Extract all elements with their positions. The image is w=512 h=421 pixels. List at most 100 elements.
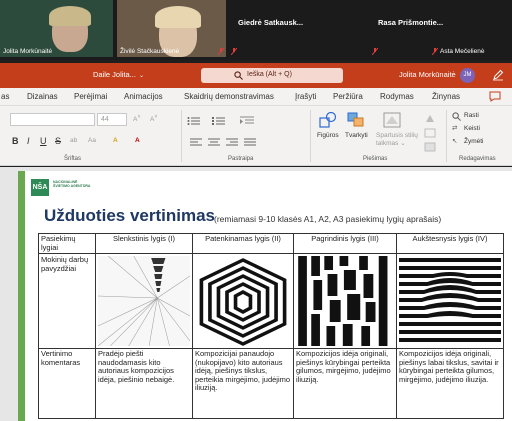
ribbon-divider xyxy=(446,110,447,162)
strikethrough-button[interactable]: S xyxy=(55,136,61,146)
tab-transitions[interactable]: Perėjimai xyxy=(74,92,107,101)
student-work-image-1 xyxy=(95,253,193,349)
slide[interactable]: NŠA NACIONALINĖ ŠVIETIMO AGENTŪRA Užduot… xyxy=(18,171,512,421)
table-row: Vertinimo komentaras Pradėjo piešti naud… xyxy=(38,348,504,419)
font-name-dropdown[interactable] xyxy=(10,113,95,126)
numbering-icon[interactable] xyxy=(212,116,226,126)
user-name[interactable]: Jolita Morkūnaitė xyxy=(399,70,456,79)
student-work-image-4 xyxy=(396,253,504,349)
chevron-down-icon: ⌄ xyxy=(138,73,144,79)
assessment-table[interactable]: Pasiekimų lygiai Slenkstinis lygis (I) P… xyxy=(38,233,504,419)
student-work-image-3 xyxy=(293,253,397,349)
select-button[interactable]: Žymėti xyxy=(464,138,484,145)
participant-name-5: Asta Mečelienė xyxy=(440,48,485,55)
table-header-cell: Pasiekimų lygiai xyxy=(38,233,96,254)
quick-styles-icon[interactable] xyxy=(383,112,401,128)
replace-icon: ⇄ xyxy=(452,125,458,132)
group-font: Šriftas xyxy=(64,156,82,162)
table-cell: Pradėjo piešti naudodamasis kito autoria… xyxy=(95,348,193,419)
font-color-icon[interactable]: A xyxy=(135,137,140,144)
find-button[interactable]: Rasti xyxy=(464,112,479,119)
table-header-cell: Slenkstinis lygis (I) xyxy=(95,233,193,254)
mic-muted-icon xyxy=(432,48,438,55)
ribbon: 44 A˄ A˅ B I U S ab Aa A A Šriftas Pastr… xyxy=(0,106,512,166)
tab-design[interactable]: Dizainas xyxy=(27,92,58,101)
align-left-icon[interactable] xyxy=(190,138,202,148)
table-cell: Kompozicijos idėja originali, piešinys k… xyxy=(293,348,397,419)
slide-title[interactable]: Užduoties vertinimas xyxy=(44,206,215,226)
font-shrink-icon[interactable]: A˅ xyxy=(150,114,158,123)
tab-review[interactable]: Peržiūra xyxy=(333,92,363,101)
ribbon-tabs: as Dizainas Perėjimai Animacijos Skaidri… xyxy=(0,88,512,106)
align-right-icon[interactable] xyxy=(226,138,238,148)
arrange-label[interactable]: Tvarkyti xyxy=(345,132,368,139)
participant-tile-2[interactable]: Živilė Stačkauskienė xyxy=(117,0,226,57)
search-icon xyxy=(234,71,243,80)
bullets-icon[interactable] xyxy=(187,116,201,126)
font-grow-icon[interactable]: A˄ xyxy=(133,114,141,123)
slide-subtitle[interactable]: (remiamasi 9-10 klasės A1, A2, A3 pasiek… xyxy=(214,214,441,224)
group-paragraph: Pastraipa xyxy=(228,156,254,162)
slide-accent-bar xyxy=(18,171,25,421)
table-header-cell: Patenkinamas lygis (II) xyxy=(192,233,294,254)
italic-button[interactable]: I xyxy=(27,136,30,146)
pen-icon[interactable] xyxy=(492,69,504,81)
participant-tile-3[interactable]: Giedrė Satkausk... xyxy=(230,0,370,57)
shape-effects-icon[interactable] xyxy=(424,142,436,152)
change-case-icon[interactable]: Aa xyxy=(88,137,96,144)
replace-button[interactable]: Keisti xyxy=(464,125,480,132)
char-spacing-icon[interactable]: ab xyxy=(70,137,77,144)
bold-button[interactable]: B xyxy=(12,136,19,146)
participant-tile-1[interactable]: Jolita Morkūnaitė xyxy=(0,0,113,57)
align-center-icon[interactable] xyxy=(208,138,220,148)
shapes-icon[interactable] xyxy=(319,112,337,128)
row-label: Vertinimo komentaras xyxy=(38,348,96,419)
participant-name-1: Jolita Morkūnaitė xyxy=(3,48,53,55)
underline-button[interactable]: U xyxy=(40,136,47,146)
video-participants-strip: Jolita Morkūnaitė Živilė Stačkauskienė G… xyxy=(0,0,512,60)
participant-tile-4[interactable]: Rasa Prišmontie... Asta Mečelienė xyxy=(372,0,512,57)
indent-icon[interactable] xyxy=(240,116,254,126)
comment-icon[interactable] xyxy=(489,91,501,102)
search-box[interactable]: Ieška (Alt + Q) xyxy=(201,68,343,83)
participant-name-2: Živilė Stačkauskienė xyxy=(120,48,180,55)
tab-insert[interactable]: as xyxy=(1,92,9,101)
ribbon-divider xyxy=(310,110,311,162)
row-label: Mokinių darbų pavyzdžiai xyxy=(38,253,96,349)
font-size-dropdown[interactable]: 44 xyxy=(97,113,127,126)
group-drawing: Piešimas xyxy=(363,156,388,162)
shape-outline-icon[interactable] xyxy=(424,128,436,138)
shapes-label[interactable]: Figūros xyxy=(317,132,339,139)
avatar[interactable]: JM xyxy=(460,68,475,83)
font-size-value: 44 xyxy=(101,116,109,123)
table-header-cell: Aukštesnysis lygis (IV) xyxy=(396,233,504,254)
table-cell: Kompozicijos idėja originali, piešinys l… xyxy=(396,348,504,419)
tab-record[interactable]: Įrašyti xyxy=(295,92,316,101)
table-row: Mokinių darbų pavyzdžiai xyxy=(38,253,504,349)
document-title[interactable]: Daile Jolita... ⌄ xyxy=(93,70,144,79)
agency-logo-text: NACIONALINĖ ŠVIETIMO AGENTŪRA xyxy=(53,180,91,188)
mic-muted-icon xyxy=(218,48,224,55)
tab-help[interactable]: Žinynas xyxy=(432,92,460,101)
highlight-icon[interactable]: A xyxy=(113,137,118,144)
participant-name-3: Giedrė Satkausk... xyxy=(238,18,304,27)
tab-view[interactable]: Rodymas xyxy=(380,92,414,101)
table-header-row: Pasiekimų lygiai Slenkstinis lygis (I) P… xyxy=(38,233,504,254)
participant-name-4: Rasa Prišmontie... xyxy=(378,18,444,27)
table-header-cell: Pagrindinis lygis (III) xyxy=(293,233,397,254)
justify-icon[interactable] xyxy=(244,138,256,148)
mic-muted-icon xyxy=(372,48,378,55)
search-placeholder: Ieška (Alt + Q) xyxy=(247,71,292,78)
participant-hair-1 xyxy=(49,6,91,26)
ribbon-divider xyxy=(181,110,182,162)
table-cell: Kompozicijai panaudojo (nukopijavo) kito… xyxy=(192,348,294,419)
shape-fill-icon[interactable] xyxy=(424,114,436,124)
participant-hair-2 xyxy=(155,6,201,28)
powerpoint-title-bar: Daile Jolita... ⌄ Ieška (Alt + Q) Jolita … xyxy=(0,63,512,88)
arrange-icon[interactable] xyxy=(347,112,365,128)
tab-animations[interactable]: Animacijos xyxy=(124,92,163,101)
student-work-image-2 xyxy=(192,253,294,349)
mic-muted-icon xyxy=(231,48,237,55)
quick-styles-label[interactable]: Spartusis stilių talkmas ⌄ xyxy=(376,132,418,148)
tab-slideshow[interactable]: Skaidrių demonstravimas xyxy=(184,92,274,101)
